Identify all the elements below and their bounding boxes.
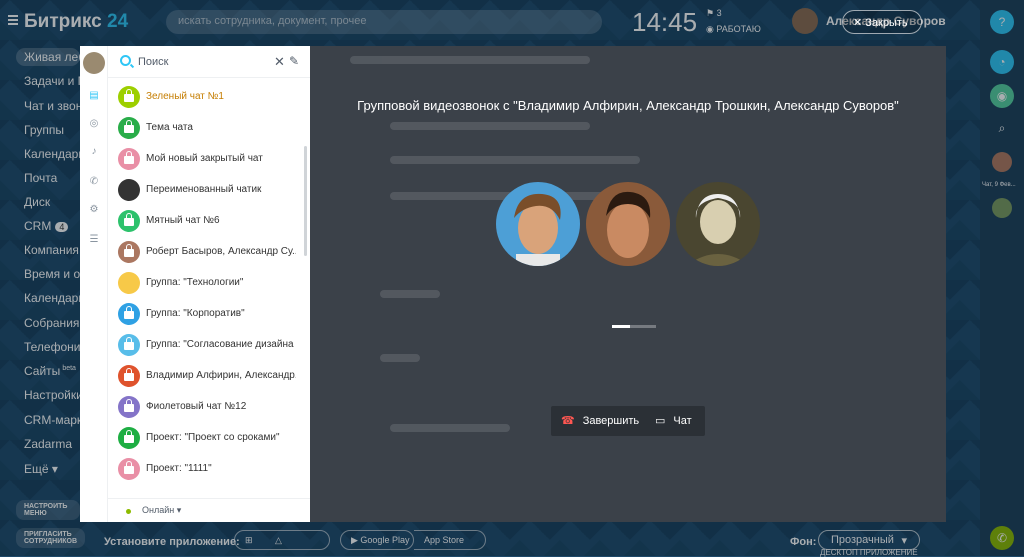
settings-icon[interactable]: ⚙ — [88, 204, 100, 216]
chat-list-item[interactable]: Тема чата — [108, 113, 304, 144]
chat-bubble-icon: ▭ — [655, 415, 666, 427]
call-title: Групповой видеозвонок с "Владимир Алфири… — [357, 98, 899, 113]
participant-avatar — [586, 182, 670, 266]
lock-icon — [118, 241, 140, 263]
messenger-search[interactable]: Поиск ✕ ✎ — [108, 46, 310, 78]
participant-avatar — [676, 182, 760, 266]
chat-list-item[interactable]: Роберт Басыров, Александр Су... — [108, 237, 304, 268]
chat-avatar — [118, 272, 140, 294]
close-button[interactable]: ✕ Закрыть — [842, 10, 922, 34]
chat-button[interactable]: ▭ Чат — [655, 414, 692, 427]
chat-list-item[interactable]: Проект: "1111" — [108, 454, 304, 485]
chat-list-item[interactable]: Группа: "Корпоратив" — [108, 299, 304, 330]
lock-icon — [118, 365, 140, 387]
chat-list-item[interactable]: Переименованный чатик — [108, 175, 304, 206]
lock-icon — [118, 427, 140, 449]
chat-list-item[interactable]: Фиолетовый чат №12 — [108, 392, 304, 423]
chat-list-item[interactable]: Мятный чат №6 — [108, 206, 304, 237]
chats-icon[interactable]: ▤ — [88, 90, 100, 102]
chat-name: Мой новый закрытый чат — [146, 153, 263, 164]
lock-icon — [118, 86, 140, 108]
lock-icon — [118, 148, 140, 170]
messenger-footer: Онлайн ▾ — [108, 498, 310, 522]
open-lines-icon[interactable]: ◎ — [88, 118, 100, 130]
notes-icon[interactable]: ☰ — [88, 234, 100, 246]
chat-name: Переименованный чатик — [146, 184, 262, 195]
new-chat-icon[interactable]: ✎ — [289, 54, 299, 68]
chat-list-item[interactable]: Мой новый закрытый чат — [108, 144, 304, 175]
participant-avatar — [496, 182, 580, 266]
end-call-button[interactable]: ☎ Завершить — [561, 414, 639, 427]
close-icon: ✕ — [853, 17, 863, 29]
chat-list-item[interactable]: Группа: "Согласование дизайна ... — [108, 330, 304, 361]
phone-icon[interactable]: ✆ — [88, 176, 100, 188]
chat-name: Роберт Басыров, Александр Су... — [146, 246, 296, 257]
lock-icon — [118, 303, 140, 325]
chat-name: Владимир Алфирин, Александр... — [146, 370, 296, 381]
status-select[interactable]: Онлайн ▾ — [142, 505, 181, 516]
chat-name: Мятный чат №6 — [146, 215, 220, 226]
lock-icon — [118, 334, 140, 356]
messenger-panel: ▤ ◎ ♪ ✆ ⚙ ☰ Поиск ✕ ✎ Зеленый чат №1 Тема… — [80, 46, 310, 522]
chat-name: Проект: "Проект со сроками" — [146, 432, 280, 443]
search-icon — [120, 55, 131, 66]
lock-icon — [118, 117, 140, 139]
close-icon[interactable]: ✕ — [274, 54, 285, 70]
chat-name: Группа: "Корпоратив" — [146, 308, 245, 319]
chat-name: Фиолетовый чат №12 — [146, 401, 247, 412]
scrollbar[interactable] — [304, 146, 307, 256]
hangup-icon: ☎ — [561, 415, 575, 427]
chat-list-item[interactable]: Владимир Алфирин, Александр... — [108, 361, 304, 392]
chat-avatar — [118, 179, 140, 201]
chat-name: Группа: "Согласование дизайна ... — [146, 339, 296, 350]
chat-background-ghost — [310, 46, 946, 522]
chat-list: Зеленый чат №1 Тема чата Мой новый закрыты… — [108, 78, 310, 498]
chat-name: Проект: "1111" — [146, 463, 212, 474]
online-dot — [126, 509, 131, 514]
messenger-rail: ▤ ◎ ♪ ✆ ⚙ ☰ — [80, 46, 108, 522]
chat-name: Зеленый чат №1 — [146, 91, 224, 102]
chat-list-item[interactable]: Зеленый чат №1 — [108, 82, 304, 113]
my-avatar[interactable] — [83, 52, 105, 74]
call-controls: ☎ Завершить ▭ Чат — [551, 406, 705, 436]
video-call-panel: Групповой видеозвонок с "Владимир Алфири… — [310, 46, 946, 522]
chat-name: Группа: "Технологии" — [146, 277, 244, 288]
chat-name: Тема чата — [146, 122, 193, 133]
chat-list-item[interactable]: Проект: "Проект со сроками" — [108, 423, 304, 454]
lock-icon — [118, 396, 140, 418]
notifications-icon[interactable]: ♪ — [88, 146, 100, 158]
loading-bar — [612, 325, 656, 328]
chat-list-item[interactable]: Группа: "Технологии" — [108, 268, 304, 299]
lock-icon — [118, 458, 140, 480]
lock-icon — [118, 210, 140, 232]
